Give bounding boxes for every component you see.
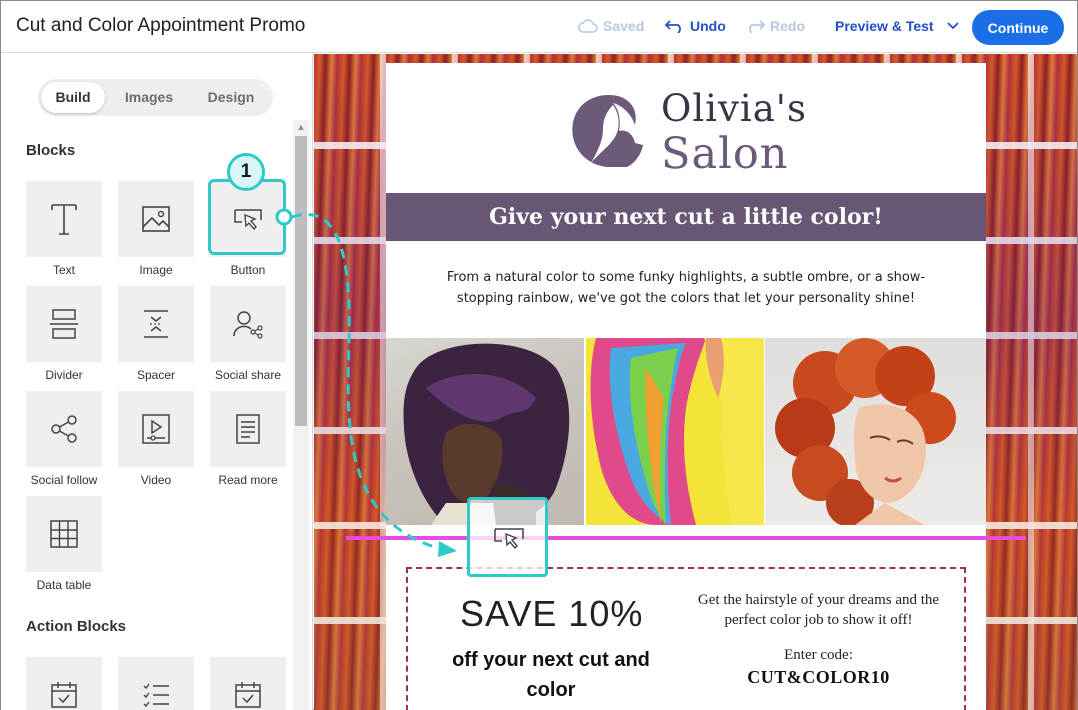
block-label: Text <box>52 263 75 277</box>
tab-images[interactable]: Images <box>105 82 193 113</box>
photo-rainbow-hair[interactable] <box>586 338 764 525</box>
promo-code[interactable]: CUT&COLOR10 <box>691 667 946 688</box>
action-block-calendar[interactable] <box>210 657 286 710</box>
scroll-up-arrow-icon[interactable]: ▲ <box>293 120 309 134</box>
block-label: Data table <box>36 578 92 592</box>
chevron-down-icon <box>946 22 959 30</box>
top-bar: Cut and Color Appointment Promo Saved Un… <box>1 1 1077 53</box>
block-label: Image <box>139 263 173 277</box>
promo-headline[interactable]: SAVE 10% <box>460 593 643 635</box>
block-divider[interactable]: Divider <box>26 286 102 382</box>
photo-red-curly-hair[interactable] <box>765 338 986 525</box>
tab-design[interactable]: Design <box>193 82 269 113</box>
data-table-icon <box>50 520 78 548</box>
block-label: Read more <box>218 473 278 487</box>
redo-button[interactable]: Redo <box>745 18 805 34</box>
button-cursor-icon <box>494 528 524 550</box>
continue-button[interactable]: Continue <box>972 10 1064 45</box>
block-spacer[interactable]: Spacer <box>118 286 194 382</box>
drop-indicator-line <box>346 536 1026 540</box>
image-icon <box>142 206 170 232</box>
saved-label: Saved <box>603 18 645 34</box>
preview-test-menu[interactable]: Preview & Test <box>835 18 961 34</box>
cloud-icon <box>578 19 598 33</box>
action-block-event[interactable] <box>26 657 102 710</box>
step-number-badge: 1 <box>227 153 265 191</box>
spacer-icon <box>144 310 168 338</box>
panel-scrollbar[interactable]: ▲ <box>293 120 309 710</box>
promo-description[interactable]: Get the hairstyle of your dreams and the… <box>691 590 946 630</box>
block-video[interactable]: Video <box>118 391 194 487</box>
dragged-button-block-ghost[interactable] <box>467 497 548 577</box>
undo-icon <box>665 20 681 33</box>
left-panel: Build Images Design Blocks Text Image Bu… <box>1 54 313 710</box>
block-social-follow[interactable]: Social follow <box>26 391 102 487</box>
block-label: Video <box>140 473 172 487</box>
block-label: Social share <box>214 368 282 382</box>
block-data-table[interactable]: Data table <box>26 496 102 592</box>
blocks-heading: Blocks <box>26 142 76 159</box>
promo-code-label: Enter code: <box>784 647 853 663</box>
logo-name-line2: Salon <box>661 129 789 179</box>
checklist-icon <box>143 683 169 708</box>
saved-status: Saved <box>578 18 644 34</box>
block-social-share[interactable]: Social share <box>210 286 286 382</box>
calendar-check-icon <box>51 682 77 708</box>
panel-tabs: Build Images Design <box>38 79 273 116</box>
block-label: Button <box>230 263 266 277</box>
campaign-title[interactable]: Cut and Color Appointment Promo <box>16 15 305 37</box>
divider-icon <box>50 309 78 339</box>
undo-button[interactable]: Undo <box>665 18 726 34</box>
read-more-icon <box>236 414 260 444</box>
redo-label: Redo <box>770 18 805 34</box>
email-banner[interactable]: Give your next cut a little color! <box>386 193 986 241</box>
tab-build[interactable]: Build <box>41 82 105 113</box>
block-label: Spacer <box>136 368 176 382</box>
logo-name-line1: Olivia's <box>661 87 807 130</box>
block-image[interactable]: Image <box>118 181 194 277</box>
block-text[interactable]: Text <box>26 181 102 277</box>
email-intro-text[interactable]: From a natural color to some funky highl… <box>421 267 951 309</box>
block-read-more[interactable]: Read more <box>210 391 286 487</box>
social-share-icon <box>233 311 263 339</box>
video-icon <box>142 414 170 444</box>
calendar-check-icon <box>235 682 261 708</box>
salon-logo-icon <box>572 95 643 167</box>
redo-icon <box>749 20 765 33</box>
social-follow-icon <box>51 415 77 443</box>
undo-label: Undo <box>690 18 726 34</box>
block-label: Social follow <box>30 473 98 487</box>
preview-label: Preview & Test <box>835 18 934 34</box>
action-blocks-heading: Action Blocks <box>26 618 127 635</box>
block-label: Divider <box>45 368 83 382</box>
scroll-thumb[interactable] <box>295 136 307 426</box>
promo-subheadline[interactable]: off your next cut and color <box>441 645 661 705</box>
action-block-survey[interactable] <box>118 657 194 710</box>
text-icon <box>51 204 77 235</box>
